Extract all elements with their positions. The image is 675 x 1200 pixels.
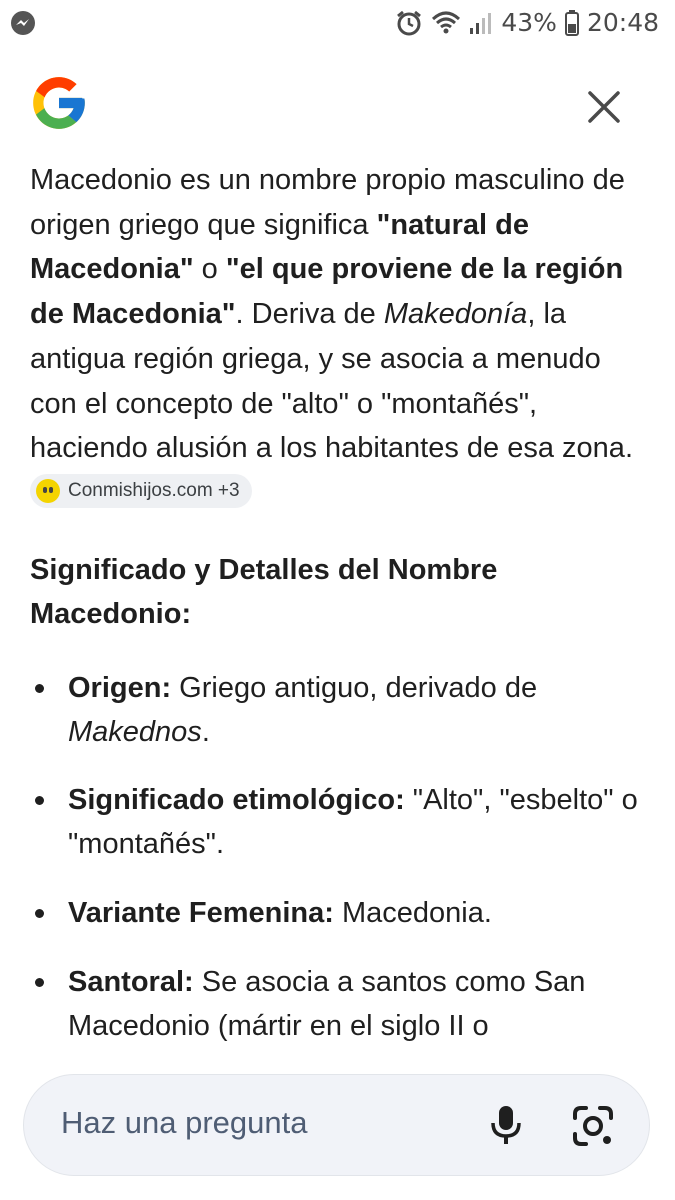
list-item: Variante Femenina: Macedonia.	[30, 891, 650, 935]
google-g-logo	[28, 72, 90, 134]
messenger-icon	[10, 10, 36, 42]
clock: 20:48	[586, 8, 659, 37]
list-item: Origen: Griego antiguo, derivado de Make…	[30, 666, 650, 754]
close-icon	[588, 91, 620, 123]
source-favicon-icon	[36, 479, 60, 504]
header	[0, 60, 675, 150]
answer-text: . Deriva de	[235, 298, 384, 331]
source-chip[interactable]: Conmishijos.com +3	[30, 474, 252, 509]
close-button[interactable]	[584, 87, 624, 127]
mic-icon	[491, 1106, 521, 1144]
bullet-icon	[35, 684, 44, 693]
ai-answer-paragraph: Macedonio es un nombre propio masculino …	[30, 158, 650, 516]
bullet-icon	[35, 796, 44, 805]
ask-input-bar[interactable]: Haz una pregunta	[23, 1074, 650, 1176]
list-item: Santoral: Se asocia a santos como San Ma…	[30, 960, 650, 1048]
item-italic: Makednos	[68, 716, 202, 748]
battery-percent: 43%	[501, 8, 557, 37]
source-chip-label: Conmishijos.com +3	[68, 479, 240, 501]
item-text: Griego antiguo, derivado de	[171, 672, 538, 704]
google-lens-icon	[573, 1106, 613, 1146]
item-label: Origen:	[68, 672, 172, 704]
answer-text: o	[193, 253, 226, 286]
item-label: Variante Femenina:	[68, 897, 334, 929]
list-item: Significado etimológico: "Alto", "esbelt…	[30, 778, 650, 866]
battery-icon	[564, 10, 579, 36]
lens-button[interactable]	[570, 1103, 616, 1149]
answer-italic: Makedonía	[383, 298, 528, 331]
item-tail: .	[201, 716, 210, 748]
item-label: Santoral:	[68, 966, 194, 998]
answer-text: Macedonio es un nombre propio masculino …	[30, 164, 625, 241]
wifi-icon	[431, 10, 461, 36]
signal-icon	[469, 10, 493, 36]
status-bar: 43% 20:48	[0, 0, 675, 46]
bullet-icon	[35, 909, 44, 918]
ask-input-placeholder[interactable]: Haz una pregunta	[61, 1105, 307, 1141]
mic-button[interactable]	[484, 1103, 528, 1147]
details-list: Origen: Griego antiguo, derivado de Make…	[30, 666, 650, 1048]
bullet-icon	[35, 978, 44, 987]
item-label: Significado etimológico:	[68, 784, 405, 816]
alarm-icon	[395, 9, 423, 37]
item-text: Macedonia.	[333, 897, 492, 929]
section-title: Significado y Detalles del Nombre Macedo…	[30, 554, 498, 630]
